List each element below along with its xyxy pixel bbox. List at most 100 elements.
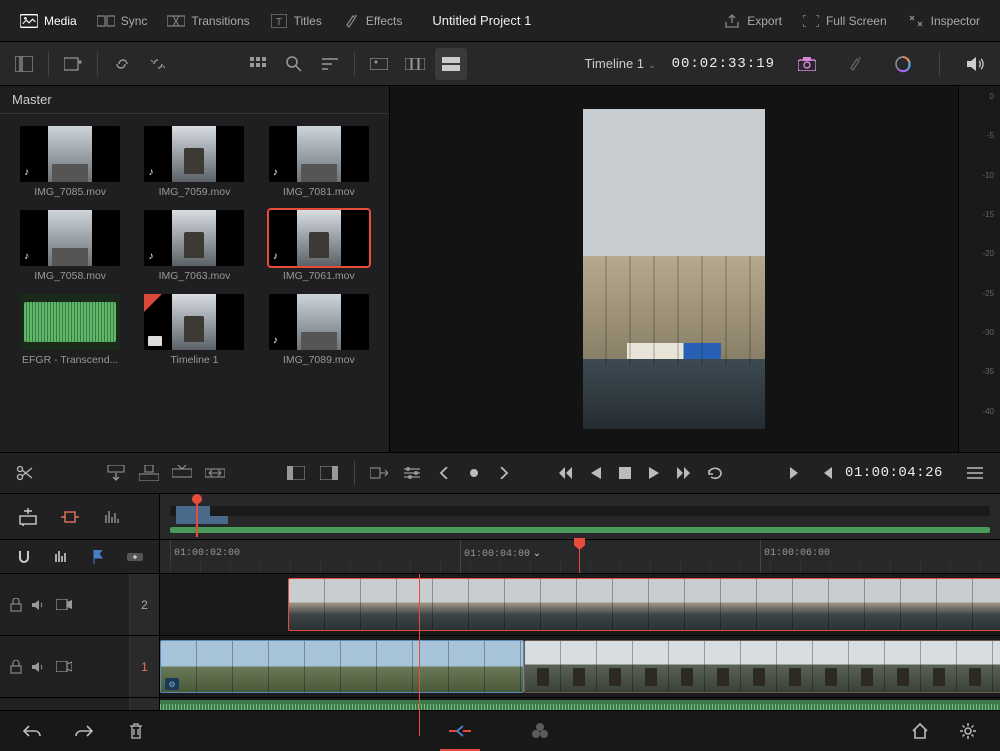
- sort-button[interactable]: [314, 48, 346, 80]
- media-clip[interactable]: ♪IMG_7085.mov: [12, 126, 128, 198]
- clip-view-b-button[interactable]: [399, 48, 431, 80]
- loop-button[interactable]: [701, 459, 729, 487]
- trash-button[interactable]: [120, 715, 152, 747]
- track-v1-content[interactable]: ⚙: [160, 636, 1000, 697]
- timeline-lock-view-button[interactable]: [12, 501, 44, 533]
- timeline-name[interactable]: Timeline 1⌄: [585, 56, 656, 71]
- timeline-overview[interactable]: [160, 494, 1000, 539]
- fullscreen-button[interactable]: Full Screen: [792, 14, 897, 28]
- replace-button[interactable]: [169, 457, 194, 489]
- link-button[interactable]: [106, 48, 138, 80]
- lock-icon[interactable]: [10, 660, 22, 674]
- track-v1-header[interactable]: [0, 636, 130, 697]
- prev-marker-button[interactable]: [433, 459, 455, 487]
- timeline-ruler[interactable]: 01:00:02:0001:00:04:00 ⌄01:00:06:00: [160, 540, 1000, 573]
- clip-v2-1[interactable]: [288, 578, 1000, 631]
- unlink-button[interactable]: [142, 48, 174, 80]
- marker-flag-button[interactable]: [86, 541, 111, 573]
- go-end-button[interactable]: [785, 459, 807, 487]
- video-icon[interactable]: [56, 599, 72, 610]
- edit-menu-button[interactable]: [963, 457, 988, 489]
- tab-effects[interactable]: Effects: [332, 0, 412, 41]
- snapshot-button[interactable]: [791, 48, 823, 80]
- transport-controls: [551, 459, 729, 487]
- media-clip[interactable]: EFGR - Transcend...: [12, 294, 128, 366]
- transition-add-button[interactable]: [367, 457, 392, 489]
- stop-button[interactable]: [611, 459, 639, 487]
- settings-button[interactable]: [952, 715, 984, 747]
- mute-icon[interactable]: [32, 661, 46, 673]
- speaker-button[interactable]: [960, 48, 992, 80]
- export-button[interactable]: Export: [713, 14, 792, 28]
- media-clip[interactable]: Timeline 1: [136, 294, 252, 366]
- audio-sync-button[interactable]: [96, 501, 128, 533]
- inspector-icon: [907, 14, 925, 28]
- viewer-canvas[interactable]: [390, 86, 958, 452]
- media-clip[interactable]: ♪IMG_7063.mov: [136, 210, 252, 282]
- audio-scrub-button[interactable]: [49, 541, 74, 573]
- video-icon[interactable]: [56, 661, 72, 672]
- clip-v1-1[interactable]: ⚙: [160, 640, 524, 693]
- home-button[interactable]: [904, 715, 936, 747]
- step-back-button[interactable]: [581, 459, 609, 487]
- effects-icon: [342, 14, 360, 28]
- thumbnail-view-button[interactable]: [242, 48, 274, 80]
- viewer-timecode[interactable]: 00:02:33:19: [672, 56, 775, 72]
- tab-media-label: Media: [44, 14, 77, 28]
- media-clip[interactable]: ♪IMG_7061.mov: [261, 210, 377, 282]
- ripple-button[interactable]: [54, 501, 86, 533]
- clip-label: IMG_7089.mov: [283, 354, 355, 366]
- insert-button[interactable]: [103, 457, 128, 489]
- media-clip[interactable]: ♪IMG_7081.mov: [261, 126, 377, 198]
- trim-start-button[interactable]: [284, 457, 309, 489]
- mute-icon[interactable]: [32, 599, 46, 611]
- snap-button[interactable]: [12, 541, 37, 573]
- add-marker-button[interactable]: [122, 541, 147, 573]
- search-button[interactable]: [278, 48, 310, 80]
- cut-page-tab[interactable]: [440, 715, 480, 747]
- track-v1-number[interactable]: 1: [130, 636, 160, 697]
- trim-end-button[interactable]: [317, 457, 342, 489]
- step-fwd-button[interactable]: [671, 459, 699, 487]
- media-clip[interactable]: ♪IMG_7058.mov: [12, 210, 128, 282]
- bin-view-button[interactable]: [8, 48, 40, 80]
- track-v2-content[interactable]: [160, 574, 1000, 635]
- go-start-button[interactable]: [551, 459, 579, 487]
- scissors-button[interactable]: [12, 457, 37, 489]
- playhead[interactable]: [579, 540, 580, 573]
- color-page-tab[interactable]: [520, 715, 560, 747]
- clip-view-a-button[interactable]: [363, 48, 395, 80]
- tab-titles[interactable]: T Titles: [260, 0, 332, 41]
- sync-icon: [97, 14, 115, 28]
- audio-badge-icon: ♪: [273, 251, 278, 262]
- media-clip[interactable]: ♪IMG_7089.mov: [261, 294, 377, 366]
- marker-button[interactable]: [463, 459, 485, 487]
- lock-icon[interactable]: [10, 598, 22, 612]
- tab-media[interactable]: Media: [10, 0, 87, 41]
- undo-button[interactable]: [16, 715, 48, 747]
- fit-button[interactable]: [203, 457, 228, 489]
- track-v2-number[interactable]: 2: [130, 574, 160, 635]
- tab-transitions[interactable]: Transitions: [157, 0, 259, 41]
- play-button[interactable]: [641, 459, 669, 487]
- tools-button[interactable]: [400, 457, 425, 489]
- media-bin-header[interactable]: Master: [0, 86, 389, 114]
- import-media-button[interactable]: [57, 48, 89, 80]
- source-timecode[interactable]: 01:00:04:26: [845, 465, 943, 481]
- bottom-bar: [0, 710, 1000, 750]
- inspector-button[interactable]: Inspector: [897, 14, 990, 28]
- clip-v1-2[interactable]: [524, 640, 1000, 693]
- meter-tick: -15: [960, 210, 994, 219]
- track-v2-header[interactable]: [0, 574, 130, 635]
- go-prev-button[interactable]: [815, 459, 837, 487]
- media-clip[interactable]: ♪IMG_7059.mov: [136, 126, 252, 198]
- clip-view-c-button[interactable]: [435, 48, 467, 80]
- meter-tick: -10: [960, 171, 994, 180]
- redo-button[interactable]: [68, 715, 100, 747]
- overwrite-button[interactable]: [136, 457, 161, 489]
- magic-button[interactable]: [839, 48, 871, 80]
- video-thumbnail: ♪: [269, 126, 369, 182]
- next-marker-button[interactable]: [493, 459, 515, 487]
- color-wheel-button[interactable]: [887, 48, 919, 80]
- tab-sync[interactable]: Sync: [87, 0, 158, 41]
